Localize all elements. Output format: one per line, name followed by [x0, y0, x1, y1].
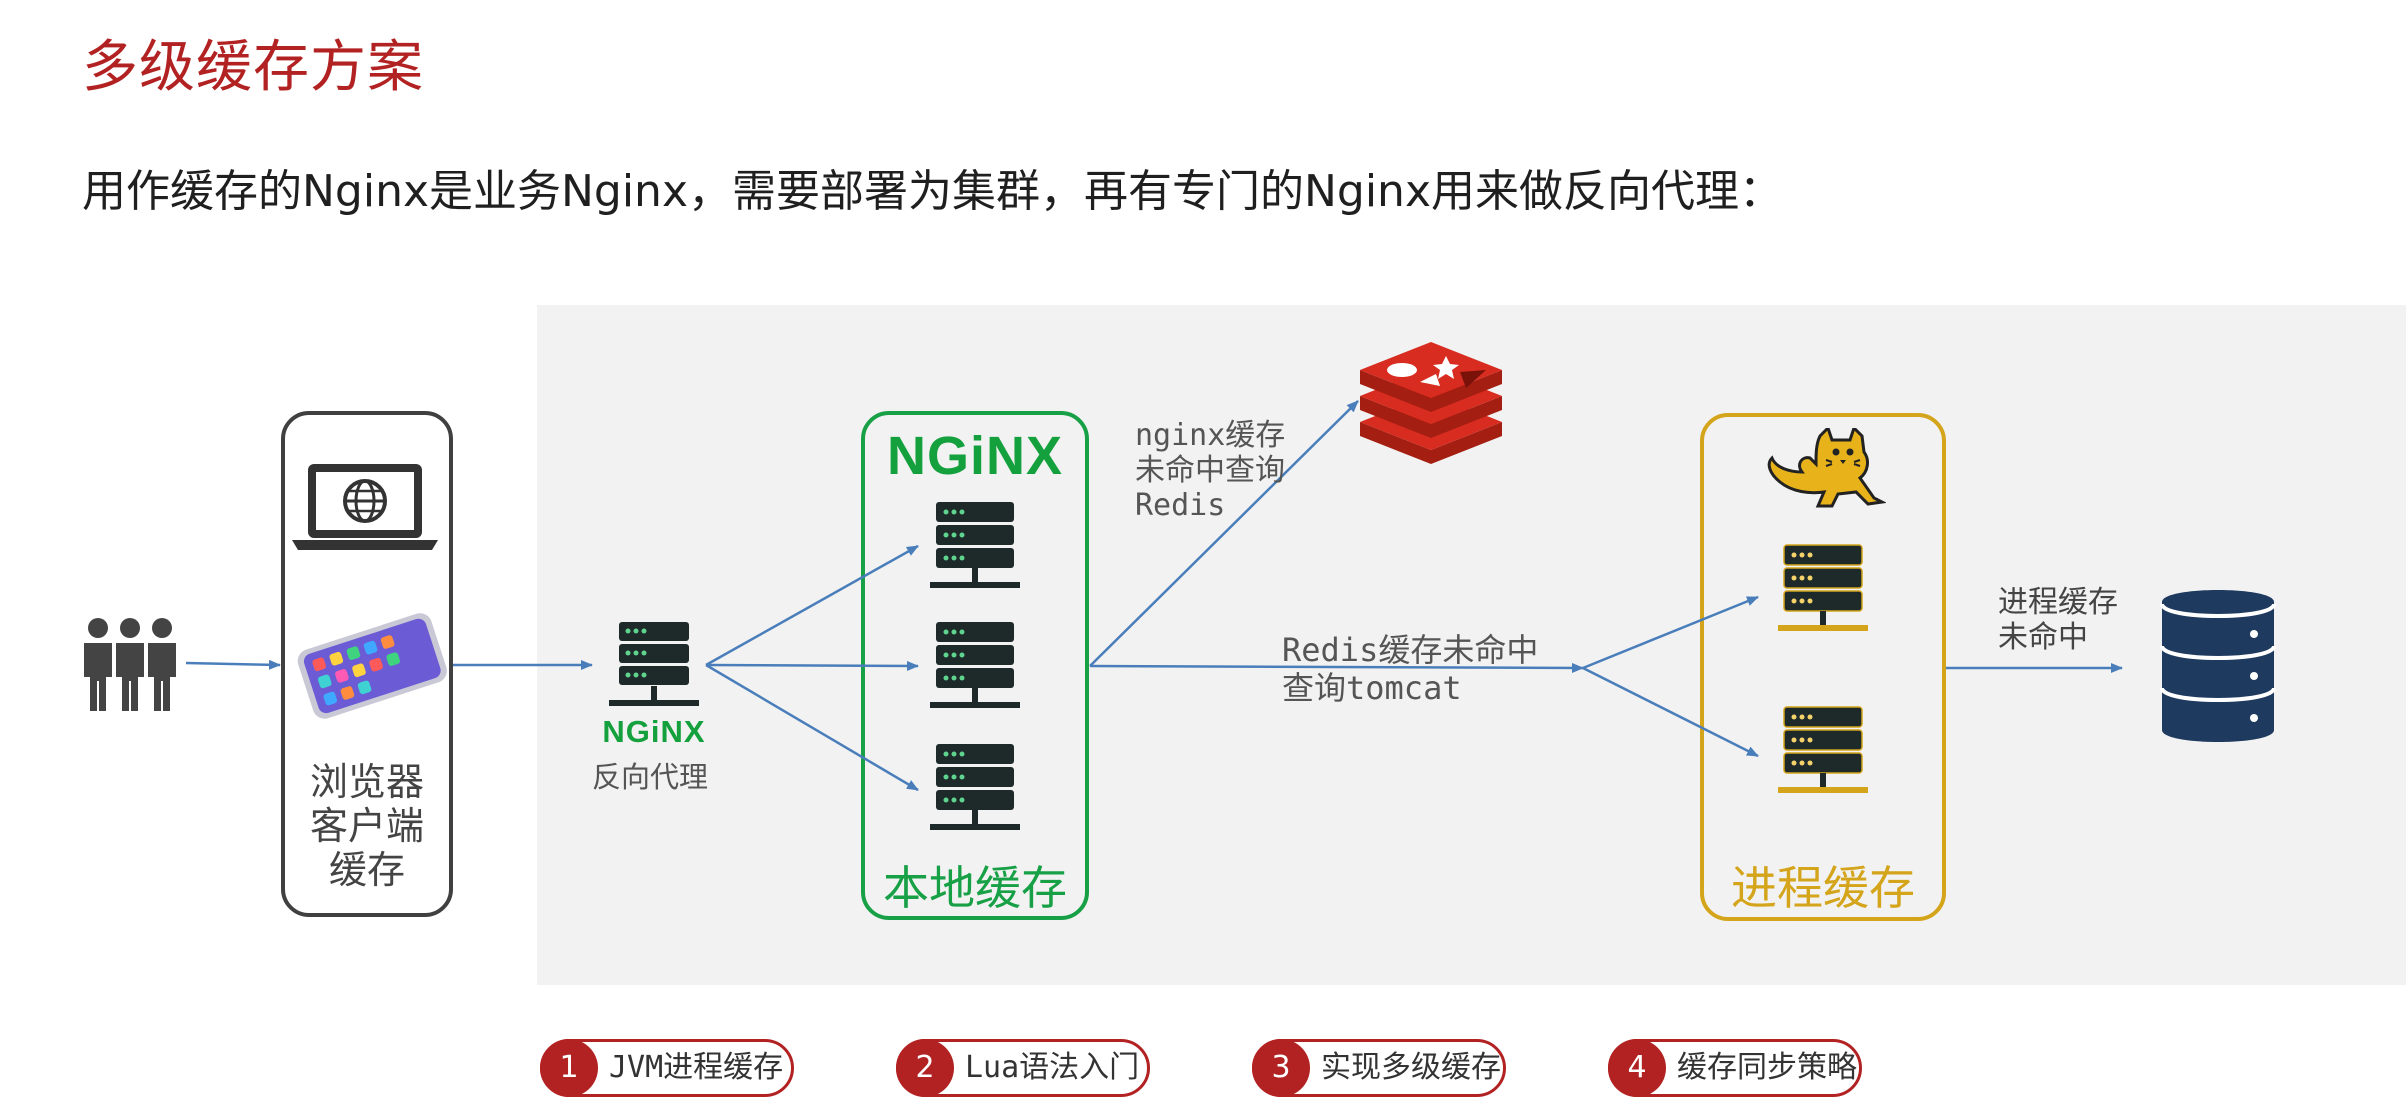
redis-icon — [1360, 342, 1502, 464]
note-tomcat-miss-db: 进程缓存 未命中 — [1998, 585, 2118, 655]
arrow-users-browser — [185, 659, 281, 670]
note-nginx-miss-redis: nginx缓存 未命中查询 Redis — [1135, 418, 1286, 523]
arrow-tomcat-1 — [1582, 595, 1759, 670]
chapter-label: 实现多级缓存 — [1321, 1050, 1501, 1085]
chapter-label: JVM进程缓存 — [609, 1050, 784, 1085]
chapter-number: 4 — [1608, 1039, 1666, 1097]
chapter-number: 3 — [1252, 1039, 1310, 1097]
diagram-arrows — [185, 400, 2123, 792]
process-cache-label: 进程缓存 — [1731, 861, 1915, 915]
tomcat-cat-icon — [1767, 428, 1886, 508]
chapter-number: 2 — [896, 1039, 954, 1097]
nginx-server-icon-1 — [930, 502, 1020, 588]
arrow-tomcat-2 — [1582, 666, 1759, 758]
local-cache-label: 本地缓存 — [883, 861, 1067, 915]
tomcat-server-icon-1 — [1778, 544, 1868, 631]
users-icon — [84, 618, 176, 711]
nginx-server-icon-2 — [930, 622, 1020, 708]
chapter-pill-1[interactable]: 1 JVM进程缓存 — [540, 1039, 794, 1097]
proxy-label: 反向代理 — [591, 760, 708, 794]
chapter-pill-2[interactable]: 2 Lua语法入门 — [896, 1039, 1150, 1097]
smartphone-icon — [297, 613, 447, 719]
proxy-nginx-logo: NGiNX — [602, 714, 706, 749]
nginx-server-icon-3 — [930, 744, 1020, 830]
chapter-label: 缓存同步策略 — [1677, 1050, 1857, 1085]
chapter-pill-3[interactable]: 3 实现多级缓存 — [1252, 1039, 1506, 1097]
laptop-icon — [292, 464, 438, 550]
database-icon — [2160, 590, 2276, 742]
arrow-proxy-nginx1 — [705, 544, 919, 667]
chapter-label: Lua语法入门 — [965, 1050, 1140, 1085]
tomcat-server-icon-2 — [1778, 706, 1868, 793]
proxy-server-icon — [609, 622, 699, 706]
nginx-cluster-logo: NGiNX — [886, 426, 1064, 486]
arrow-proxy-nginx3 — [705, 663, 919, 792]
arrow-proxy-nginx2 — [705, 660, 919, 671]
browser-cache-label: 浏览器 客户端 缓存 — [309, 760, 424, 892]
note-redis-miss-tomcat: Redis缓存未命中 查询tomcat — [1282, 631, 1539, 707]
chapter-pill-4[interactable]: 4 缓存同步策略 — [1608, 1039, 1862, 1097]
chapter-number: 1 — [540, 1039, 598, 1097]
